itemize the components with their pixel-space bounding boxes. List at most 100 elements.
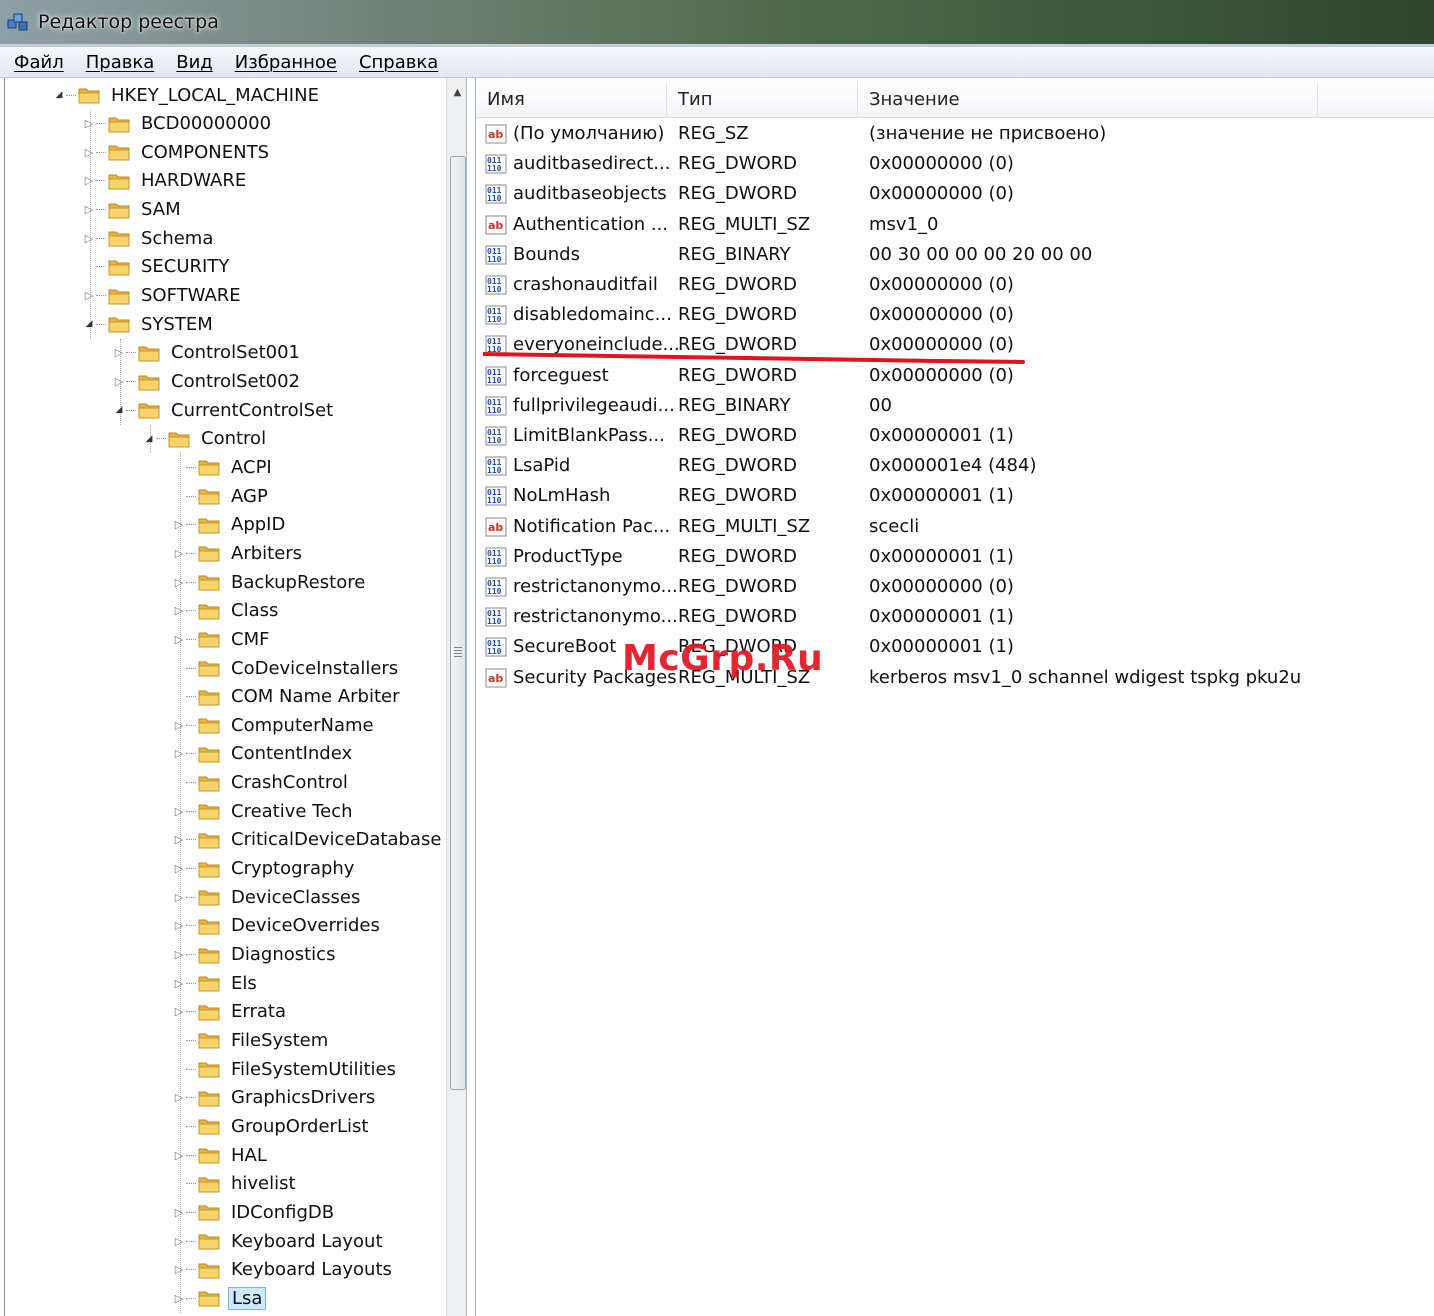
tree-node[interactable]: ▷ COMPONENTS <box>82 138 272 166</box>
tree-node[interactable]: ◢ CurrentControlSet <box>112 396 336 424</box>
tree-node-label[interactable]: HARDWARE <box>138 170 249 191</box>
tree-node-label[interactable]: Control <box>198 428 269 449</box>
expand-arrow-icon[interactable]: ▷ <box>172 1005 186 1018</box>
expand-arrow-icon[interactable]: ▷ <box>112 375 126 388</box>
value-row[interactable]: 011 110 forceguest REG_DWORD 0x00000000 (0) <box>476 361 1434 391</box>
tree-node[interactable]: ▷ ContentIndex <box>172 740 355 768</box>
tree-node-label[interactable]: BCD00000000 <box>138 113 274 134</box>
expand-arrow-icon[interactable]: ▷ <box>82 146 96 159</box>
tree-node[interactable]: ▷ AppID <box>172 511 288 539</box>
tree-node[interactable]: CrashControl <box>172 769 351 797</box>
tree-node[interactable]: ▷ Keyboard Layouts <box>172 1256 395 1284</box>
tree-node[interactable]: ▷ SOFTWARE <box>82 282 244 310</box>
expand-arrow-icon[interactable]: ▷ <box>172 1292 186 1305</box>
tree-node[interactable]: ▷ Diagnostics <box>172 941 338 969</box>
tree-node-label[interactable]: hivelist <box>228 1173 299 1194</box>
tree-node[interactable]: ▷ ControlSet002 <box>112 368 303 396</box>
tree-node-label[interactable]: HAL <box>228 1145 270 1166</box>
value-row[interactable]: ab Authentication ... REG_MULTI_SZ msv1_0 <box>476 210 1434 240</box>
tree-node-label[interactable]: GroupOrderList <box>228 1116 371 1137</box>
tree-node[interactable]: SECURITY <box>82 253 232 281</box>
tree-node-label[interactable]: Schema <box>138 228 216 249</box>
value-row[interactable]: 011 110 auditbasedirect... REG_DWORD 0x00000… <box>476 149 1434 179</box>
value-row[interactable]: 011 110 SecureBoot REG_DWORD 0x00000001 (1) <box>476 632 1434 662</box>
collapse-arrow-icon[interactable]: ◢ <box>52 90 66 100</box>
menu-edit[interactable]: Правка <box>86 52 155 73</box>
value-row[interactable]: 011 110 restrictanonymo... REG_DWORD 0x00000… <box>476 602 1434 632</box>
scroll-thumb[interactable] <box>450 156 466 1090</box>
value-row[interactable]: ab Notification Pac... REG_MULTI_SZ scecli <box>476 512 1434 542</box>
tree-node-label[interactable]: DeviceOverrides <box>228 915 383 936</box>
expand-arrow-icon[interactable]: ▷ <box>172 547 186 560</box>
expand-arrow-icon[interactable]: ▷ <box>172 1149 186 1162</box>
expand-arrow-icon[interactable]: ▷ <box>172 833 186 846</box>
tree-node[interactable]: FileSystemUtilities <box>172 1055 399 1083</box>
tree-node-label[interactable]: IDConfigDB <box>228 1202 337 1223</box>
tree-node-label[interactable]: Class <box>228 600 281 621</box>
tree-node-label[interactable]: SYSTEM <box>138 314 216 335</box>
tree-node[interactable]: COM Name Arbiter <box>172 683 403 711</box>
value-row[interactable]: 011 110 restrictanonymo... REG_DWORD 0x00000… <box>476 572 1434 602</box>
value-row[interactable]: 011 110 ProductType REG_DWORD 0x00000001 (1) <box>476 542 1434 572</box>
tree-node-label[interactable]: ACPI <box>228 457 275 478</box>
tree-node-label[interactable]: COM Name Arbiter <box>228 686 403 707</box>
expand-arrow-icon[interactable]: ▷ <box>172 891 186 904</box>
value-row[interactable]: 011 110 NoLmHash REG_DWORD 0x00000001 (1) <box>476 481 1434 511</box>
expand-arrow-icon[interactable]: ▷ <box>82 289 96 302</box>
value-row[interactable]: ab (По умолчанию) REG_SZ (значение не присв… <box>476 119 1434 149</box>
tree-node-label[interactable]: FileSystem <box>228 1030 331 1051</box>
tree-node-label[interactable]: DeviceClasses <box>228 887 363 908</box>
expand-arrow-icon[interactable]: ▷ <box>172 518 186 531</box>
expand-arrow-icon[interactable]: ▷ <box>172 1235 186 1248</box>
tree-node[interactable]: ▷ SAM <box>82 196 184 224</box>
value-row[interactable]: ab Security Packages REG_MULTI_SZ kerberos … <box>476 663 1434 693</box>
tree-node-label[interactable]: Diagnostics <box>228 944 338 965</box>
column-header-type[interactable]: Тип <box>667 82 858 118</box>
tree-node-label[interactable]: Cryptography <box>228 858 357 879</box>
tree-node-label[interactable]: Arbiters <box>228 543 305 564</box>
tree-node[interactable]: hivelist <box>172 1170 299 1198</box>
registry-values-list[interactable]: Имя Тип Значение ab (По умолчанию) REG_SZ (… <box>476 78 1434 1316</box>
tree-node[interactable]: ▷ Arbiters <box>172 539 305 567</box>
tree-node[interactable]: ▷ CMF <box>172 625 272 653</box>
tree-node-label[interactable]: AppID <box>228 514 288 535</box>
tree-vertical-scrollbar[interactable]: ▲ <box>446 78 466 1316</box>
tree-node-label[interactable]: ContentIndex <box>228 743 355 764</box>
tree-node[interactable]: ▷ BCD00000000 <box>82 110 274 138</box>
tree-node-label[interactable]: FileSystemUtilities <box>228 1059 399 1080</box>
value-row[interactable]: 011 110 disabledomainc... REG_DWORD 0x000000… <box>476 300 1434 330</box>
tree-node[interactable]: FileSystem <box>172 1026 331 1054</box>
expand-arrow-icon[interactable]: ▷ <box>82 203 96 216</box>
expand-arrow-icon[interactable]: ▷ <box>172 919 186 932</box>
expand-arrow-icon[interactable]: ▷ <box>172 576 186 589</box>
tree-node-label[interactable]: CMF <box>228 629 272 650</box>
tree-node-label[interactable]: ControlSet001 <box>168 342 303 363</box>
menu-favorites[interactable]: Избранное <box>235 52 337 73</box>
tree-node[interactable]: ▷ Creative Tech <box>172 797 356 825</box>
pane-splitter[interactable] <box>466 78 476 1316</box>
value-row[interactable]: 011 110 crashonauditfail REG_DWORD 0x0000000… <box>476 270 1434 300</box>
tree-node-label[interactable]: GraphicsDrivers <box>228 1087 378 1108</box>
tree-node[interactable]: ▷ CriticalDeviceDatabase <box>172 826 444 854</box>
tree-node-label[interactable]: Keyboard Layout <box>228 1231 386 1252</box>
expand-arrow-icon[interactable]: ▷ <box>172 1206 186 1219</box>
tree-node[interactable]: ▷ Keyboard Layout <box>172 1227 386 1255</box>
registry-key-tree[interactable]: ◢ HKEY_LOCAL_MACHINE ▷ BCD00000000 ▷ COMPONEN… <box>4 78 466 1316</box>
tree-node[interactable]: ▷ IDConfigDB <box>172 1198 337 1226</box>
tree-node[interactable]: ▷ ComputerName <box>172 711 377 739</box>
menu-file[interactable]: Файл <box>14 52 64 73</box>
tree-node[interactable]: CoDeviceInstallers <box>172 654 401 682</box>
tree-node[interactable]: ◢ Control <box>142 425 269 453</box>
expand-arrow-icon[interactable]: ▷ <box>172 719 186 732</box>
tree-node-label[interactable]: ControlSet002 <box>168 371 303 392</box>
tree-node[interactable]: GroupOrderList <box>172 1112 371 1140</box>
tree-node[interactable]: ▷ Class <box>172 597 281 625</box>
expand-arrow-icon[interactable]: ▷ <box>172 948 186 961</box>
expand-arrow-icon[interactable]: ▷ <box>172 604 186 617</box>
tree-node-label[interactable]: Els <box>228 973 260 994</box>
tree-node-label[interactable]: BackupRestore <box>228 572 368 593</box>
tree-node-label[interactable]: CoDeviceInstallers <box>228 658 401 679</box>
expand-arrow-icon[interactable]: ▷ <box>172 1263 186 1276</box>
expand-arrow-icon[interactable]: ▷ <box>172 633 186 646</box>
tree-node[interactable]: ◢ HKEY_LOCAL_MACHINE <box>52 81 322 109</box>
